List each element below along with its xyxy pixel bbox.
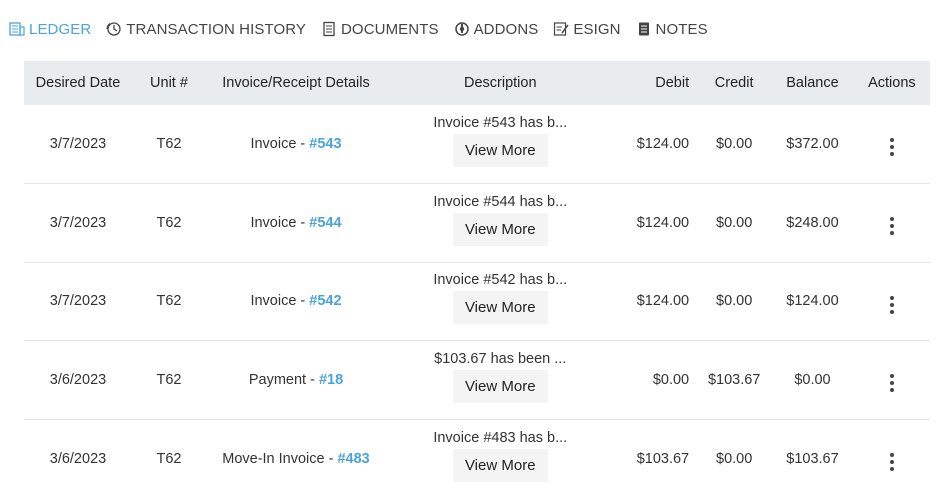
more-options-icon[interactable]: [889, 451, 894, 472]
cell-actions: [854, 341, 930, 420]
tab-label: TRANSACTION HISTORY: [126, 20, 306, 38]
signature-icon: [552, 21, 570, 37]
cell-balance: $124.00: [786, 293, 839, 310]
invoice-link[interactable]: #544: [309, 215, 341, 231]
table-row: 3/7/2023 T62 Invoice - #544 Invoice #544…: [24, 184, 930, 263]
cell-description: Invoice #544 has b... View More: [386, 184, 615, 263]
cell-unit: T62: [156, 293, 182, 310]
description-text: Invoice #483 has b...: [433, 429, 568, 446]
cell-description: Invoice #542 has b... View More: [386, 262, 615, 341]
cell-credit: $0.00: [716, 214, 753, 231]
header-actions: Actions: [868, 75, 916, 91]
cell-date: 3/6/2023: [49, 371, 107, 388]
header-desired-date[interactable]: Desired Date: [24, 61, 132, 105]
cell-balance: $248.00: [786, 214, 839, 231]
cell-unit: T62: [156, 450, 182, 467]
tab-label: LEDGER: [29, 20, 92, 38]
cell-unit: T62: [156, 136, 182, 152]
invoice-link[interactable]: #542: [309, 293, 341, 309]
cell-description: Invoice #543 has b... View More: [386, 105, 615, 184]
more-options-icon[interactable]: [889, 216, 894, 237]
cell-balance: $0.00: [794, 371, 831, 388]
cell-actions: [854, 105, 930, 184]
view-more-button[interactable]: View More: [452, 212, 548, 246]
cell-debit: $0.00: [652, 371, 690, 388]
cell-credit: $0.00: [716, 293, 753, 310]
cell-details: Payment - #18: [206, 341, 386, 420]
table-header: Desired Date Unit # Invoice/Receipt Deta…: [24, 61, 930, 105]
tab-label: DOCUMENTS: [341, 20, 439, 38]
cell-date: 3/7/2023: [49, 293, 107, 310]
view-more-button[interactable]: View More: [452, 291, 548, 325]
detail-type: Invoice -: [250, 136, 310, 152]
header-balance[interactable]: Balance: [771, 61, 854, 105]
tab-transaction-history[interactable]: TRANSACTION HISTORY: [105, 21, 306, 38]
cell-details: Invoice - #544: [206, 184, 386, 263]
header-unit[interactable]: Unit #: [132, 61, 206, 105]
cell-date: 3/7/2023: [49, 136, 107, 152]
view-more-button[interactable]: View More: [452, 369, 548, 403]
table-row: 3/6/2023 T62 Move-In Invoice - #483 Invo…: [24, 419, 930, 498]
invoice-link[interactable]: #543: [309, 136, 341, 152]
cell-actions: [854, 184, 930, 263]
cell-credit: $0.00: [716, 136, 753, 152]
tab-esign[interactable]: ESIGN: [552, 21, 620, 38]
tab-documents[interactable]: DOCUMENTS: [320, 21, 439, 38]
cell-credit: $103.67: [707, 371, 761, 388]
tab-bar: LEDGER TRANSACTION HISTORY DOCUMENTS ADD…: [8, 18, 722, 40]
detail-type: Invoice -: [250, 293, 310, 310]
tab-label: NOTES: [655, 20, 708, 38]
view-more-button[interactable]: View More: [452, 448, 548, 482]
header-debit[interactable]: Debit: [615, 61, 698, 105]
detail-type: Payment -: [248, 371, 319, 388]
notes-icon: [635, 21, 653, 37]
cell-description: $103.67 has been ... View More: [386, 341, 615, 420]
payment-link[interactable]: #18: [319, 372, 343, 388]
cell-debit: $124.00: [636, 136, 690, 152]
cell-balance: $372.00: [786, 136, 839, 152]
header-description[interactable]: Description: [386, 61, 615, 105]
cell-details: Move-In Invoice - #483: [206, 419, 386, 498]
ledger-table: Desired Date Unit # Invoice/Receipt Deta…: [24, 61, 930, 498]
more-options-icon[interactable]: [889, 294, 894, 315]
tab-addons[interactable]: ADDONS: [453, 21, 539, 38]
document-icon: [320, 21, 338, 37]
cell-credit: $0.00: [716, 450, 753, 467]
cell-date: 3/6/2023: [49, 450, 107, 467]
table-row: 3/7/2023 T62 Invoice - #543 Invoice #543…: [24, 105, 930, 184]
more-options-icon[interactable]: [889, 373, 894, 394]
view-more-button[interactable]: View More: [452, 134, 548, 167]
cell-details: Invoice - #542: [206, 262, 386, 341]
history-icon: [105, 21, 123, 37]
description-text: Invoice #543 has b...: [433, 115, 568, 131]
more-options-icon[interactable]: [889, 137, 894, 158]
ledger-icon: [8, 21, 26, 37]
description-text: $103.67 has been ...: [434, 350, 567, 367]
detail-type: Move-In Invoice -: [222, 450, 338, 467]
detail-type: Invoice -: [250, 214, 310, 231]
cell-unit: T62: [156, 371, 182, 388]
cell-unit: T62: [156, 214, 182, 231]
cell-actions: [854, 419, 930, 498]
addon-icon: [453, 21, 471, 37]
cell-debit: $103.67: [636, 450, 690, 467]
tab-label: ADDONS: [473, 20, 539, 38]
cell-actions: [854, 262, 930, 341]
cell-description: Invoice #483 has b... View More: [386, 419, 615, 498]
table-row: 3/7/2023 T62 Invoice - #542 Invoice #542…: [24, 262, 930, 341]
tab-label: ESIGN: [573, 20, 621, 38]
invoice-link[interactable]: #483: [337, 451, 369, 467]
header-credit[interactable]: Credit: [697, 61, 771, 105]
table-row: 3/6/2023 T62 Payment - #18 $103.67 has b…: [24, 341, 930, 420]
header-details[interactable]: Invoice/Receipt Details: [206, 61, 386, 105]
description-text: Invoice #544 has b...: [433, 193, 568, 210]
cell-date: 3/7/2023: [49, 214, 107, 231]
tab-notes[interactable]: NOTES: [635, 21, 708, 38]
description-text: Invoice #542 has b...: [433, 272, 568, 289]
cell-debit: $124.00: [636, 214, 690, 231]
tab-ledger[interactable]: LEDGER: [8, 21, 91, 38]
cell-debit: $124.00: [636, 293, 690, 310]
cell-details: Invoice - #543: [206, 105, 386, 184]
cell-balance: $103.67: [786, 450, 839, 467]
